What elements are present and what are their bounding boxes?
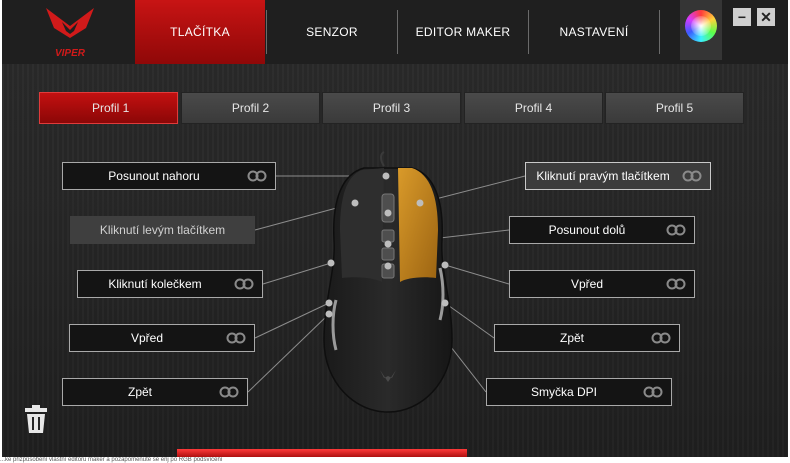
link-icon (666, 278, 686, 290)
map-button-dpi-loop[interactable]: Smyčka DPI (486, 378, 672, 406)
map-button-right-back[interactable]: Zpět (494, 324, 680, 352)
map-button-label: Vpřed (130, 331, 164, 345)
map-button-label: Kliknutí pravým tlačítkem (536, 169, 670, 183)
app-window: VIPER TLAČÍTKA SENZOR EDITOR MAKER NASTA… (2, 0, 788, 460)
trash-icon[interactable] (24, 404, 48, 434)
map-button-right-forward[interactable]: Vpřed (509, 270, 695, 298)
link-icon (219, 386, 239, 398)
map-button-label: Kliknutí kolečkem (108, 277, 202, 291)
map-button-right-click[interactable]: Kliknutí pravým tlačítkem (525, 162, 711, 190)
map-button-left-click[interactable]: Kliknutí levým tlačítkem (70, 216, 255, 244)
map-button-scroll-up[interactable]: Posunout nahoru (62, 162, 276, 190)
map-button-left-back[interactable]: Zpět (62, 378, 248, 406)
link-icon (226, 332, 246, 344)
map-button-label: Zpět (559, 331, 584, 345)
link-icon (682, 170, 702, 182)
link-icon (651, 332, 671, 344)
link-icon (643, 386, 663, 398)
map-button-label: Posunout nahoru (108, 169, 200, 183)
map-button-scroll-down[interactable]: Posunout dolů (509, 216, 695, 244)
map-button-label: Kliknutí levým tlačítkem (99, 223, 226, 237)
map-button-label: Vpřed (570, 277, 604, 291)
map-button-left-forward[interactable]: Vpřed (69, 324, 255, 352)
link-icon (247, 170, 267, 182)
map-button-label: Posunout dolů (548, 223, 626, 237)
map-button-wheel-click[interactable]: Kliknutí kolečkem (77, 270, 263, 298)
link-icon (234, 278, 254, 290)
map-button-label: Smyčka DPI (530, 385, 597, 399)
footer-text: ...ke přizpůsobení vlastní editoru maker… (0, 457, 790, 463)
link-icon (666, 224, 686, 236)
map-button-label: Zpět (127, 385, 152, 399)
mouse-illustration (323, 151, 453, 413)
